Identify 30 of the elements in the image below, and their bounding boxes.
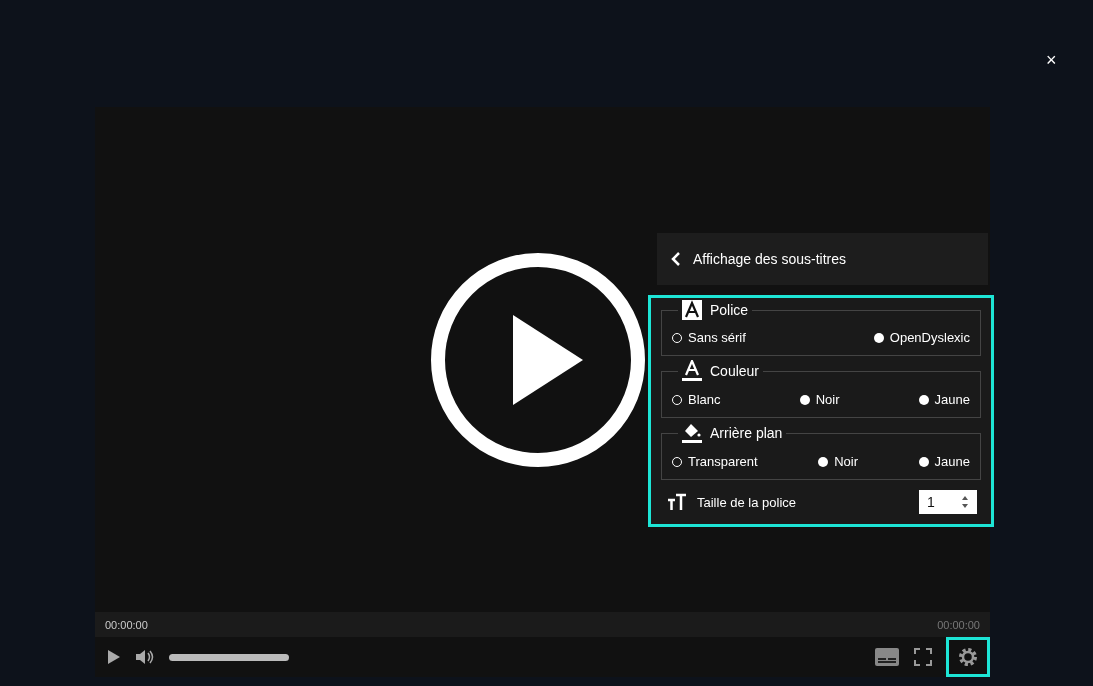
group-title: Arrière plan — [710, 425, 783, 441]
close-button[interactable]: × — [1040, 48, 1063, 73]
settings-icon[interactable] — [957, 646, 979, 668]
spinner-arrows-icon — [961, 495, 969, 509]
font-size-spinner[interactable]: 1 — [919, 490, 977, 514]
radio-option[interactable]: Noir — [799, 392, 840, 407]
duration-time: 00:00:00 — [937, 618, 980, 631]
radio-option[interactable]: Jaune — [918, 392, 970, 407]
group-title: Couleur — [710, 363, 760, 379]
play-icon[interactable] — [107, 649, 121, 665]
radio-option[interactable]: Sans sérif — [672, 330, 746, 345]
fullscreen-icon[interactable] — [914, 648, 932, 666]
progress-bar[interactable]: 00:00:00 00:00:00 — [95, 612, 990, 637]
group-title: Police — [710, 302, 749, 318]
font-icon — [682, 300, 702, 320]
fill-bucket-icon — [682, 422, 702, 444]
radio-option[interactable]: Noir — [818, 454, 858, 469]
radio-option[interactable]: Jaune — [918, 454, 970, 469]
radio-option[interactable]: Blanc — [672, 392, 721, 407]
text-size-icon — [667, 493, 687, 511]
chevron-left-icon — [671, 252, 681, 266]
radio-option[interactable]: OpenDyslexic — [873, 330, 970, 345]
current-time: 00:00:00 — [105, 618, 148, 631]
captions-icon[interactable] — [874, 647, 900, 667]
text-color-icon — [682, 360, 702, 382]
radio-option[interactable]: Transparent — [672, 454, 758, 469]
volume-slider[interactable] — [169, 653, 289, 661]
volume-icon[interactable] — [135, 648, 155, 666]
back-button[interactable]: Affichage des sous-titres — [657, 233, 988, 285]
font-size-label: Taille de la police — [697, 494, 797, 510]
